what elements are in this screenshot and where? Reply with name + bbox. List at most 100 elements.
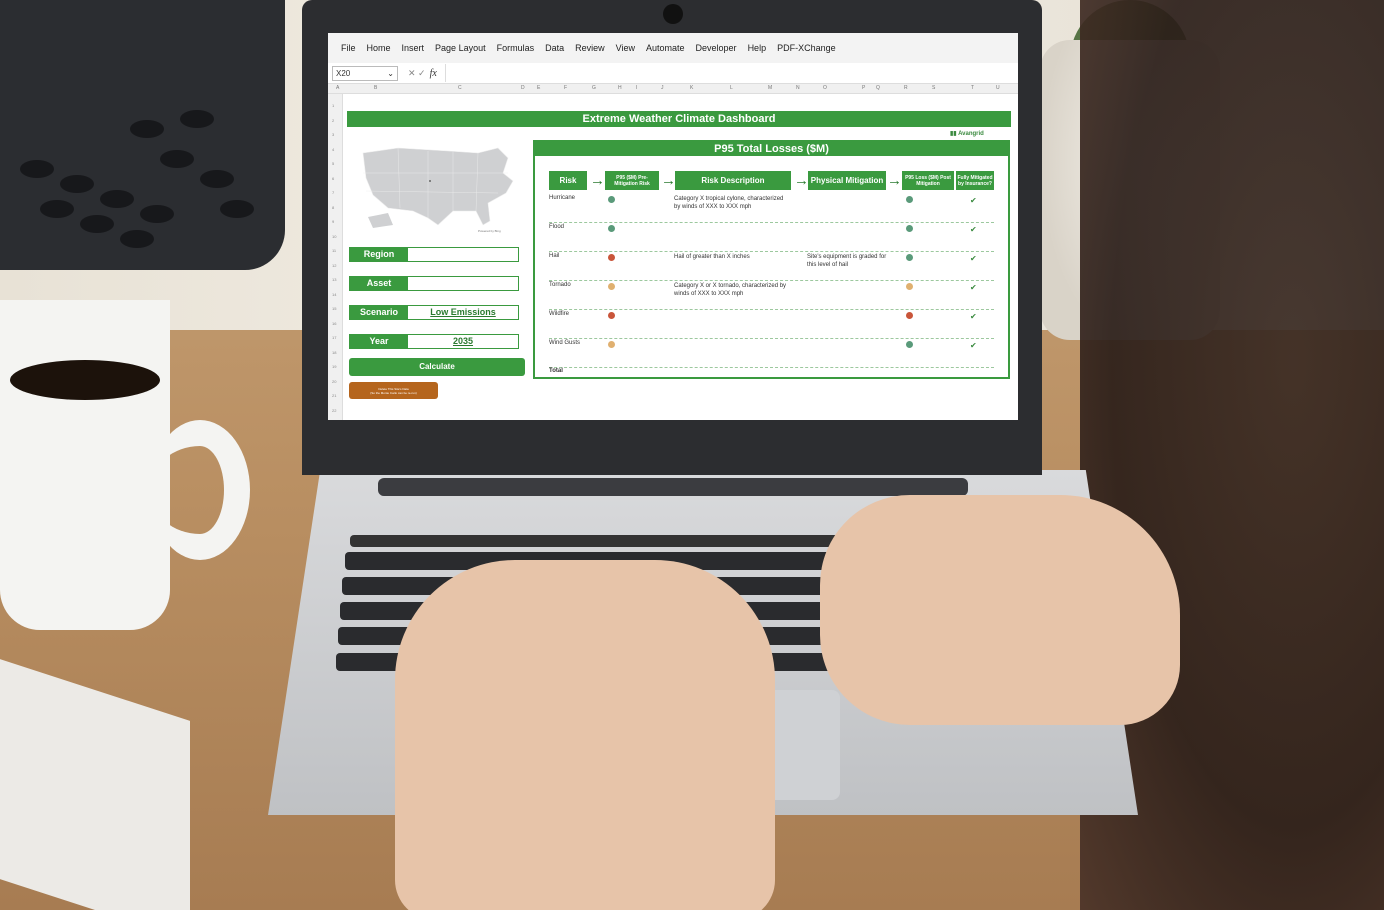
column-header[interactable]: T [971, 85, 974, 91]
cancel-confirm-icons[interactable]: ✕ ✓ [408, 68, 426, 79]
column-header[interactable]: G [592, 85, 596, 91]
menu-data[interactable]: Data [545, 43, 564, 53]
column-header[interactable]: D [521, 85, 525, 91]
column-header[interactable]: K [690, 85, 693, 91]
menu-pdf-xchange[interactable]: PDF-XChange [777, 43, 836, 53]
header-risk: Risk [549, 171, 587, 190]
name-box[interactable]: X20 ⌄ [332, 65, 398, 81]
menu-review[interactable]: Review [575, 43, 605, 53]
row-header[interactable]: 4 [332, 147, 334, 152]
column-header[interactable]: H [618, 85, 622, 91]
insured-check-icon: ✔ [970, 196, 977, 205]
column-header[interactable]: S [932, 85, 935, 91]
formula-bar: X20 ⌄ ✕ ✓ fx [328, 63, 1018, 84]
notebook [0, 659, 190, 910]
header-insurance: Fully Mitigated by Insurance? [956, 171, 994, 190]
menu-file[interactable]: File [341, 43, 356, 53]
row-header[interactable]: 15 [332, 306, 336, 311]
pre-mitigation-indicator [608, 196, 615, 203]
menu-home[interactable]: Home [367, 43, 391, 53]
menu-insert[interactable]: Insert [402, 43, 425, 53]
column-header[interactable]: C [458, 85, 462, 91]
column-header[interactable]: N [796, 85, 800, 91]
risk-row: Tornado Category X or X tornado, characte… [549, 282, 994, 310]
menu-formulas[interactable]: Formulas [497, 43, 535, 53]
column-header[interactable]: I [636, 85, 637, 91]
menu-view[interactable]: View [616, 43, 635, 53]
delete-site-data-button[interactable]: Delete This Site's Data (So the Monte Ca… [349, 382, 438, 399]
risk-description: Hail of greater than X inches [674, 254, 750, 260]
row-header[interactable]: 16 [332, 321, 336, 326]
pre-mitigation-indicator [608, 225, 615, 232]
losses-panel: P95 Total Losses ($M) Risk → P95 ($M) Pr… [533, 140, 1010, 379]
column-header[interactable]: J [661, 85, 664, 91]
calculate-button[interactable]: Calculate [349, 358, 525, 376]
region-field[interactable]: Region [349, 247, 519, 262]
column-header[interactable]: L [730, 85, 733, 91]
risk-name: Wind Gusts [549, 340, 581, 346]
year-field[interactable]: Year 2035 [349, 334, 519, 349]
asset-value[interactable] [408, 277, 518, 290]
row-header[interactable]: 21 [332, 393, 336, 398]
column-header[interactable]: B [374, 85, 377, 91]
column-header[interactable]: O [823, 85, 827, 91]
row-header[interactable]: 18 [332, 350, 336, 355]
post-mitigation-indicator [906, 254, 913, 261]
row-header[interactable]: 17 [332, 335, 336, 340]
row-header[interactable]: 22 [332, 408, 336, 413]
scenario-field[interactable]: Scenario Low Emissions [349, 305, 519, 320]
header-risk-description: Risk Description [675, 171, 791, 190]
row-header[interactable]: 1 [332, 103, 334, 108]
region-value[interactable] [408, 248, 518, 261]
column-header[interactable]: Q [876, 85, 880, 91]
row-header[interactable]: 10 [332, 234, 336, 239]
row-header[interactable]: 12 [332, 263, 336, 268]
row-header[interactable]: 13 [332, 277, 336, 282]
column-header[interactable]: A [336, 85, 339, 91]
menu-developer[interactable]: Developer [696, 43, 737, 53]
risk-name: Hurricane [549, 195, 576, 201]
column-header[interactable]: R [904, 85, 908, 91]
arrow-right-icon: → [590, 172, 605, 189]
row-header[interactable]: 5 [332, 161, 334, 166]
risk-row: Hurricane Category X tropical cylone, cha… [549, 195, 994, 223]
risk-row: Hail Hail of greater than X inches Site's … [549, 253, 994, 281]
left-hand [395, 560, 775, 910]
column-header[interactable]: P [862, 85, 865, 91]
pre-mitigation-indicator [608, 283, 615, 290]
column-header[interactable]: U [996, 85, 1000, 91]
chevron-down-icon[interactable]: ⌄ [387, 69, 394, 78]
row-header[interactable]: 7 [332, 190, 334, 195]
column-header[interactable]: F [564, 85, 567, 91]
row-header[interactable]: 20 [332, 379, 336, 384]
formula-input[interactable] [444, 64, 1018, 82]
row-header[interactable]: 8 [332, 205, 334, 210]
avangrid-logo: ▮▮ Avangrid [950, 131, 984, 137]
row-header[interactable]: 11 [332, 248, 336, 253]
asset-field[interactable]: Asset [349, 276, 519, 291]
menu-page-layout[interactable]: Page Layout [435, 43, 486, 53]
pre-mitigation-indicator [608, 312, 615, 319]
laptop-screen: File Home Insert Page Layout Formulas Da… [328, 33, 1018, 420]
row-header[interactable]: 6 [332, 176, 334, 181]
insured-check-icon: ✔ [970, 312, 977, 321]
row-header[interactable]: 2 [332, 118, 334, 123]
row-header[interactable]: 19 [332, 364, 336, 369]
insured-check-icon: ✔ [970, 254, 977, 263]
fx-icon[interactable]: fx [430, 68, 437, 79]
arrow-right-icon: → [794, 172, 809, 189]
risk-name: Flood [549, 224, 565, 230]
menu-automate[interactable]: Automate [646, 43, 685, 53]
row-header[interactable]: 14 [332, 292, 336, 297]
row-header[interactable]: 9 [332, 219, 334, 224]
scenario-value[interactable]: Low Emissions [408, 306, 518, 319]
row-header[interactable]: 3 [332, 132, 334, 137]
menu-help[interactable]: Help [748, 43, 767, 53]
risk-description: Category X or X tornado, characterized b… [674, 283, 787, 297]
year-value[interactable]: 2035 [408, 335, 518, 348]
desk-phone [0, 0, 285, 270]
column-header[interactable]: M [768, 85, 772, 91]
column-header[interactable]: E [537, 85, 540, 91]
risk-name: Hail [549, 253, 560, 259]
mug-handle [150, 420, 250, 560]
